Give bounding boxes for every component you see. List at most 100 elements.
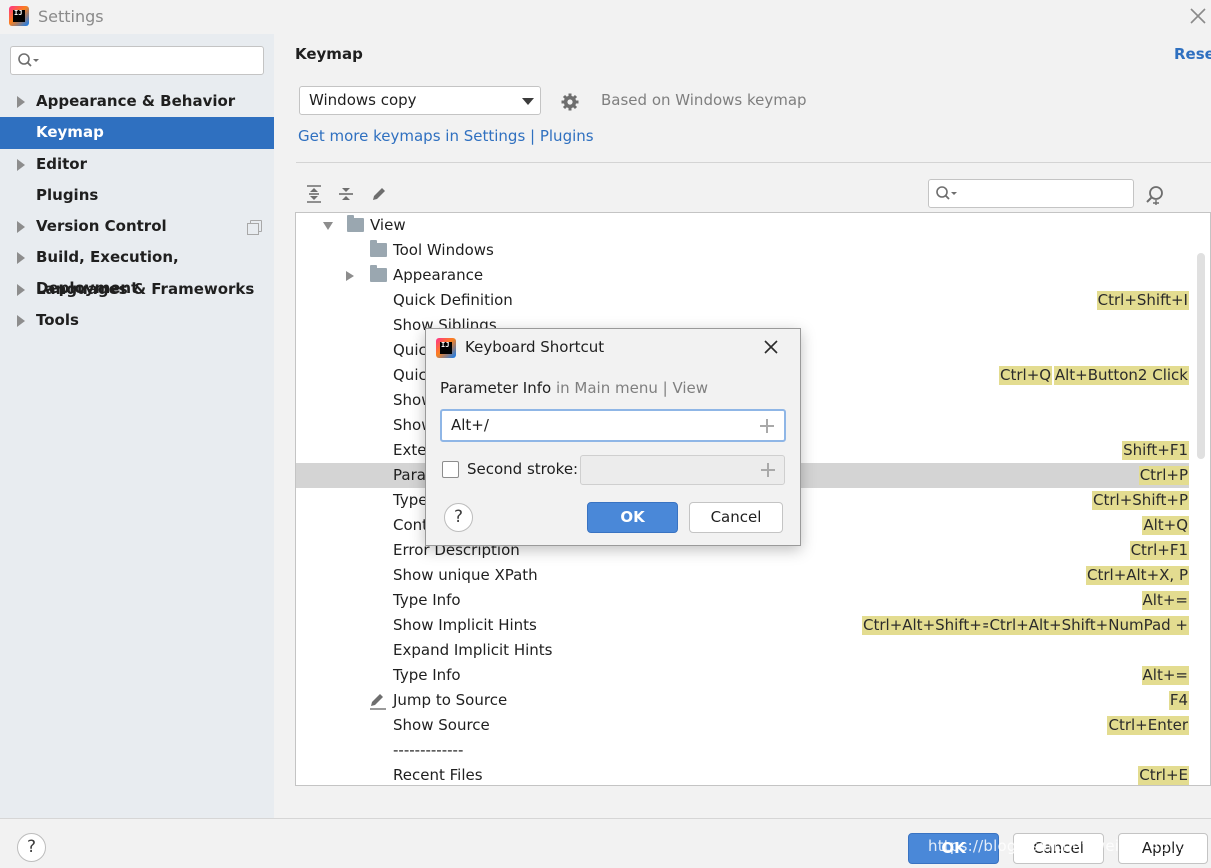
ok-button[interactable]: OK xyxy=(587,502,678,533)
tree-scrollbar[interactable] xyxy=(1197,253,1205,459)
action-name: Parameter Info xyxy=(440,379,552,397)
tree-row-label: ------------- xyxy=(393,741,464,759)
search-icon xyxy=(936,186,957,200)
sidebar-item-label: Editor xyxy=(36,154,87,173)
tree-row-label: Show Source xyxy=(393,716,490,734)
tree-row[interactable]: ------------- xyxy=(296,738,1189,763)
help-button[interactable]: ? xyxy=(444,503,473,532)
shortcut-badge: Ctrl+Alt+Shift+= xyxy=(862,616,996,635)
close-icon[interactable] xyxy=(761,337,781,357)
settings-nav: Appearance & Behavior Keymap Editor Plug… xyxy=(0,86,274,336)
reset-link[interactable]: Reset xyxy=(1174,45,1211,63)
divider xyxy=(296,162,1211,163)
sidebar-item-label: Version Control xyxy=(36,217,167,236)
sidebar-item-keymap[interactable]: Keymap xyxy=(0,117,274,149)
sidebar-item-build-execution-deployment[interactable]: Build, Execution, Deployment xyxy=(0,242,274,297)
watermark: https://blog.csdn.net/weixin_45...02 xyxy=(928,837,1204,855)
tree-row[interactable]: Type Info Alt+= xyxy=(296,588,1189,613)
chevron-down-icon xyxy=(522,98,534,105)
help-button[interactable]: ? xyxy=(17,833,46,862)
keymap-select-value: Windows copy xyxy=(309,91,417,109)
action-path: in Main menu | View xyxy=(555,379,709,397)
pencil-icon xyxy=(370,694,386,710)
pencil-icon[interactable] xyxy=(369,184,389,204)
second-stroke-label: Second stroke: xyxy=(467,460,579,478)
sidebar-item-editor[interactable]: Editor xyxy=(0,149,274,180)
tree-row[interactable]: Appearance xyxy=(296,263,1189,288)
shortcut-badge: Ctrl+Alt+Shift+NumPad + xyxy=(988,616,1189,635)
intellij-logo-icon: IJ xyxy=(9,6,29,26)
collapse-arrow-icon[interactable] xyxy=(323,222,333,230)
sidebar-item-tools[interactable]: Tools xyxy=(0,305,274,336)
tree-row[interactable]: Jump to Source F4 xyxy=(296,688,1189,713)
plus-icon[interactable] xyxy=(760,419,774,433)
sidebar-item-plugins[interactable]: Plugins xyxy=(0,180,274,211)
sidebar-item-label: Appearance & Behavior xyxy=(36,92,236,110)
shortcut-badge: Ctrl+Q xyxy=(999,366,1053,385)
expand-arrow-icon[interactable] xyxy=(346,271,354,281)
second-stroke-input[interactable] xyxy=(580,455,785,485)
folder-icon xyxy=(370,265,387,282)
tree-row-label: Recent Files xyxy=(393,766,483,784)
expand-arrow-icon[interactable] xyxy=(17,315,25,328)
shortcut-badge: Alt+Button2 Click xyxy=(1053,366,1189,385)
find-by-shortcut-icon[interactable] xyxy=(1144,184,1166,206)
tree-row-label: Type Info xyxy=(393,591,461,609)
tree-row-label: Tool Windows xyxy=(393,241,494,259)
tree-row[interactable]: Show Implicit Hints Ctrl+Alt+Shift+= Ctr… xyxy=(296,613,1189,638)
shortcut-badge: Ctrl+Enter xyxy=(1107,716,1189,735)
cancel-button[interactable]: Cancel xyxy=(689,502,783,533)
intellij-logo-icon: IJ xyxy=(436,338,456,358)
close-icon[interactable] xyxy=(1188,6,1208,26)
settings-search-input[interactable] xyxy=(10,46,264,75)
sidebar-item-appearance-behavior[interactable]: Appearance & Behavior xyxy=(0,86,274,117)
shortcut-badge: Ctrl+E xyxy=(1138,766,1189,785)
tree-row-label: Show unique XPath xyxy=(393,566,538,584)
second-stroke-checkbox[interactable] xyxy=(442,461,459,478)
folder-icon xyxy=(347,215,364,232)
sidebar-item-label: Keymap xyxy=(36,123,104,142)
keymap-select[interactable]: Windows copy xyxy=(299,86,541,115)
expand-arrow-icon[interactable] xyxy=(17,283,25,296)
tree-row-label: Jump to Source xyxy=(393,691,508,709)
tree-row-label: Type xyxy=(393,491,428,509)
shortcut-badge: Shift+F1 xyxy=(1122,441,1189,460)
tree-row[interactable]: View xyxy=(296,213,1189,238)
tree-row[interactable]: Expand Implicit Hints xyxy=(296,638,1189,663)
first-stroke-value: Alt+/ xyxy=(451,416,489,434)
first-stroke-input[interactable]: Alt+/ xyxy=(440,409,786,442)
tree-row[interactable]: Recent Files Ctrl+E xyxy=(296,763,1189,785)
expand-arrow-icon[interactable] xyxy=(17,96,25,108)
tree-row[interactable]: Tool Windows xyxy=(296,238,1189,263)
page-title: Keymap xyxy=(295,45,363,63)
tree-row-label: Expand Implicit Hints xyxy=(393,641,553,659)
expand-arrow-icon[interactable] xyxy=(17,158,25,171)
expand-arrow-icon[interactable] xyxy=(17,252,25,265)
sidebar-item-label: Tools xyxy=(36,311,79,330)
expand-all-icon[interactable] xyxy=(304,184,324,204)
sidebar-item-version-control[interactable]: Version Control xyxy=(0,211,274,242)
shortcut-badge: Ctrl+P xyxy=(1138,466,1189,485)
tree-row[interactable]: Show unique XPath Ctrl+Alt+X, P xyxy=(296,563,1189,588)
collapse-all-icon[interactable] xyxy=(336,184,356,204)
tree-row-label: Quic xyxy=(393,341,427,359)
get-more-keymaps-link[interactable]: Get more keymaps in Settings | Plugins xyxy=(298,127,594,145)
tree-row-label: Cont xyxy=(393,516,429,534)
sidebar-item-languages-frameworks[interactable]: Languages & Frameworks xyxy=(0,274,274,305)
folder-icon xyxy=(370,240,387,257)
gear-icon[interactable] xyxy=(560,92,580,112)
tree-row-label: Show Implicit Hints xyxy=(393,616,537,634)
tree-row[interactable]: Quick Definition Ctrl+Shift+I xyxy=(296,288,1189,313)
keymap-search-input[interactable] xyxy=(928,179,1134,208)
tree-row-label: Type Info xyxy=(393,666,461,684)
shortcut-badge: Alt+Q xyxy=(1142,516,1189,535)
tree-row[interactable]: Show Source Ctrl+Enter xyxy=(296,713,1189,738)
sidebar-item-label: Plugins xyxy=(36,185,99,204)
dialog-title: Keyboard Shortcut xyxy=(465,338,605,356)
tree-row-label: Para xyxy=(393,466,426,484)
tree-row-label: Quick Definition xyxy=(393,291,513,309)
plus-icon xyxy=(761,463,775,477)
expand-arrow-icon[interactable] xyxy=(17,221,25,234)
keyboard-shortcut-dialog: IJ Keyboard Shortcut Parameter Info in M… xyxy=(425,328,801,546)
tree-row[interactable]: Type Info Alt+= xyxy=(296,663,1189,688)
